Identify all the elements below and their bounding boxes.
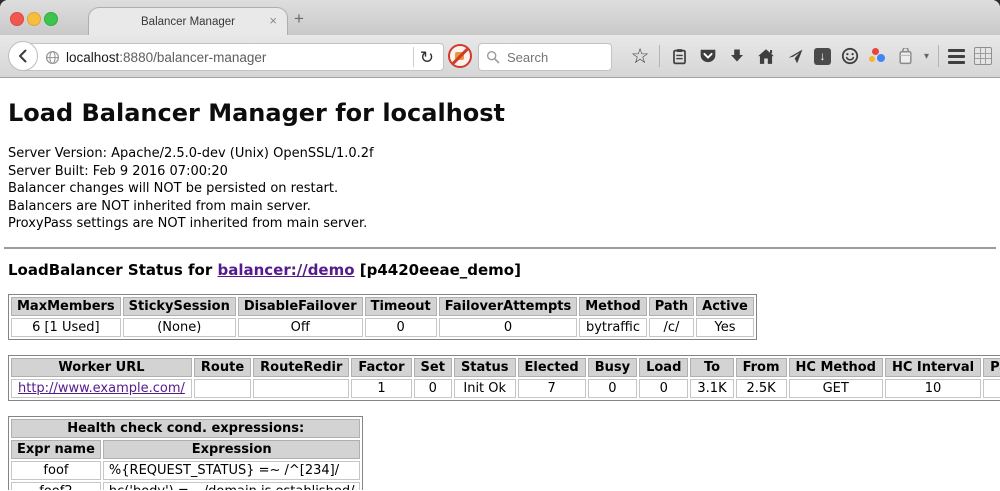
- table-header-row: Worker URL Route RouteRedir Factor Set S…: [11, 358, 1000, 377]
- search-bar[interactable]: [478, 43, 612, 71]
- back-arrow-icon: [15, 48, 31, 64]
- zoom-window-button[interactable]: [44, 12, 58, 26]
- worker-table: Worker URL Route RouteRedir Factor Set S…: [8, 355, 1000, 401]
- toolbar-icons: ☆: [630, 35, 992, 77]
- expr-name: foof: [11, 461, 101, 480]
- close-window-button[interactable]: [10, 12, 24, 26]
- expr-name: foof2: [11, 482, 101, 491]
- balancer-demo-link[interactable]: balancer://demo: [217, 261, 354, 279]
- page-content: Load Balancer Manager for localhost Serv…: [0, 78, 1000, 490]
- menu-hamburger-icon[interactable]: [948, 49, 965, 64]
- table-row: foof2 hc('body') =~ /domain is establish…: [11, 482, 360, 491]
- new-tab-button[interactable]: +: [294, 9, 304, 29]
- notice-line: Balancer changes will NOT be persisted o…: [8, 180, 992, 198]
- server-info: Server Version: Apache/2.5.0-dev (Unix) …: [8, 145, 992, 233]
- back-button[interactable]: [8, 41, 38, 71]
- reload-icon[interactable]: ↻: [420, 49, 434, 66]
- urlbar-separator: [413, 47, 414, 67]
- emoji-smiley-icon[interactable]: [840, 46, 860, 66]
- navigation-toolbar: localhost:8880/balancer-manager ↻ ☆: [0, 35, 1000, 78]
- balancer-summary-table: MaxMembers StickySession DisableFailover…: [8, 294, 757, 340]
- chevron-down-icon[interactable]: ▾: [924, 51, 929, 62]
- table-row: 6 [1 Used] (None) Off 0 0 bytraffic /c/ …: [11, 318, 754, 337]
- table-header-row: MaxMembers StickySession DisableFailover…: [11, 297, 754, 316]
- health-check-table: Health check cond. expressions: Expr nam…: [8, 416, 363, 491]
- download-addon-icon[interactable]: ↓: [814, 48, 831, 65]
- send-plane-icon[interactable]: [785, 46, 805, 66]
- table-row: http://www.example.com/ 1 0 Init Ok 7 0 …: [11, 379, 1000, 398]
- tab-balancer-manager[interactable]: Balancer Manager ×: [88, 7, 288, 36]
- table-title-row: Health check cond. expressions:: [11, 419, 360, 438]
- clipboard-icon[interactable]: [669, 46, 689, 66]
- server-built-line: Server Built: Feb 9 2016 07:00:20: [8, 163, 992, 181]
- notice-line: ProxyPass settings are NOT inherited fro…: [8, 215, 992, 233]
- server-version-line: Server Version: Apache/2.5.0-dev (Unix) …: [8, 145, 992, 163]
- section-divider: [4, 247, 996, 249]
- search-input[interactable]: [505, 45, 609, 69]
- url-path: :8880/balancer-manager: [119, 50, 266, 65]
- balancer-status-heading: LoadBalancer Status for balancer://demo …: [8, 261, 992, 279]
- home-icon[interactable]: [756, 46, 776, 66]
- content-blocked-icon[interactable]: [448, 44, 472, 68]
- colored-dots-addon-icon[interactable]: [869, 48, 886, 65]
- grid-icon[interactable]: [974, 47, 992, 65]
- health-table-title: Health check cond. expressions:: [11, 419, 360, 438]
- url-domain: localhost: [66, 50, 119, 65]
- worker-url-link[interactable]: http://www.example.com/: [18, 381, 185, 396]
- pocket-icon[interactable]: [698, 46, 718, 66]
- url-bar[interactable]: localhost:8880/balancer-manager ↻: [22, 43, 444, 71]
- minimize-window-button[interactable]: [27, 12, 41, 26]
- titlebar: Balancer Manager × +: [0, 0, 1000, 35]
- expr-value: hc('body') =~ /domain is established/: [103, 482, 361, 491]
- expr-value: %{REQUEST_STATUS} =~ /^[234]/: [103, 461, 361, 480]
- container-icon[interactable]: [895, 46, 915, 66]
- notice-line: Balancers are NOT inherited from main se…: [8, 198, 992, 216]
- page-title: Load Balancer Manager for localhost: [8, 99, 992, 127]
- table-header-row: Expr name Expression: [11, 440, 360, 459]
- table-row: foof %{REQUEST_STATUS} =~ /^[234]/: [11, 461, 360, 480]
- downloads-icon[interactable]: [727, 46, 747, 66]
- bookmark-star-icon[interactable]: ☆: [630, 46, 650, 66]
- close-tab-icon[interactable]: ×: [269, 13, 277, 28]
- browser-window: Balancer Manager × + localhost:8880/bala…: [0, 0, 1000, 491]
- tab-title: Balancer Manager: [141, 16, 235, 28]
- globe-icon[interactable]: [45, 50, 60, 65]
- search-icon: [486, 50, 500, 64]
